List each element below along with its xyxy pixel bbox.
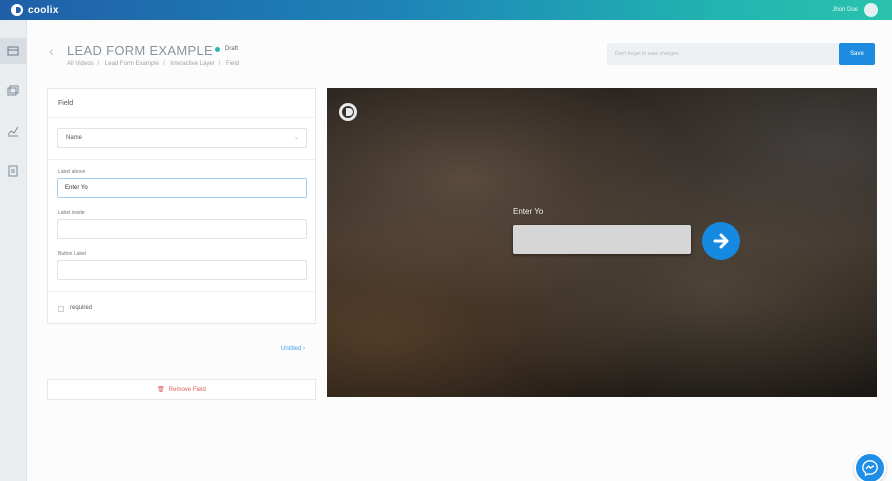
field-panel: Field Name ⌄ Label above Enter Yo Label … [47, 88, 316, 324]
chevron-right-icon: › [303, 346, 306, 352]
video-preview[interactable]: Enter Yo [327, 88, 877, 397]
user-name: Jhon Doe [832, 7, 858, 13]
status-dot-icon [215, 46, 220, 52]
breadcrumb-item[interactable]: All Videos [67, 61, 94, 67]
label-above-input[interactable]: Enter Yo [57, 178, 307, 198]
panel-title: Field [58, 100, 74, 107]
divider [48, 291, 315, 292]
divider [48, 117, 315, 118]
arrow-right-icon [713, 233, 729, 249]
chevron-down-icon: ⌄ [293, 135, 299, 141]
field-type-value: Name [66, 135, 83, 141]
page-title: LEAD FORM EXAMPLE [67, 43, 213, 58]
messenger-icon [862, 460, 878, 477]
analytics-icon [7, 126, 19, 137]
breadcrumb-separator: / [218, 61, 221, 67]
breadcrumb-separator: / [97, 61, 100, 67]
top-bar: coolix Jhon Doe [0, 0, 892, 20]
trash-icon: 🗑 [157, 387, 165, 393]
app-name: coolix [28, 4, 59, 16]
next-field-link[interactable]: Untitled › [281, 346, 305, 352]
divider [48, 159, 315, 160]
button-label-input[interactable] [57, 260, 307, 280]
preview-submit-button[interactable] [702, 222, 740, 260]
button-label-label: Button Label [58, 251, 87, 257]
document-icon [8, 165, 18, 177]
label-inside-label: Label inside [58, 210, 85, 216]
preview-field-label: Enter Yo [513, 207, 544, 216]
breadcrumb: All Videos / Lead Form Example / Interacti… [67, 61, 243, 67]
sidebar-item-documents[interactable] [0, 158, 26, 184]
back-button[interactable]: ‹ [49, 43, 54, 59]
status-label: Draft [225, 46, 239, 52]
required-checkbox[interactable] [58, 306, 64, 312]
app-logo[interactable]: coolix [11, 4, 59, 16]
user-menu[interactable]: Jhon Doe [832, 3, 878, 17]
sidebar-item-gallery[interactable] [0, 78, 26, 104]
status-badge: Draft [215, 46, 238, 52]
sidebar-item-analytics[interactable] [0, 118, 26, 144]
gallery-icon [7, 85, 19, 96]
sidebar-item-videos[interactable] [0, 38, 26, 64]
breadcrumb-separator: / [162, 61, 165, 67]
sidebar [0, 20, 27, 481]
label-inside-input[interactable] [57, 219, 307, 239]
video-layout-icon [7, 46, 19, 56]
preview-field-input[interactable] [513, 225, 691, 254]
breadcrumb-item[interactable]: Lead Form Example [105, 61, 159, 67]
avatar[interactable] [864, 3, 878, 17]
field-type-select[interactable]: Name ⌄ [57, 128, 307, 148]
breadcrumb-item[interactable]: Interactive Layer [170, 61, 214, 67]
remove-field-label: Remove Field [168, 386, 206, 393]
breadcrumb-item-current: Field [226, 61, 240, 67]
label-above-label: Label above [58, 169, 86, 175]
coolix-logo-icon [339, 103, 357, 121]
required-label: required [70, 305, 93, 311]
save-button[interactable]: Save [839, 43, 875, 65]
remove-field-button[interactable]: 🗑 Remove Field [47, 379, 316, 400]
next-field-label: Untitled [281, 346, 302, 352]
coolix-logo-icon [11, 4, 23, 16]
messenger-chat-button[interactable] [854, 452, 886, 481]
save-hint: Don't forget to save changes. [607, 43, 839, 65]
